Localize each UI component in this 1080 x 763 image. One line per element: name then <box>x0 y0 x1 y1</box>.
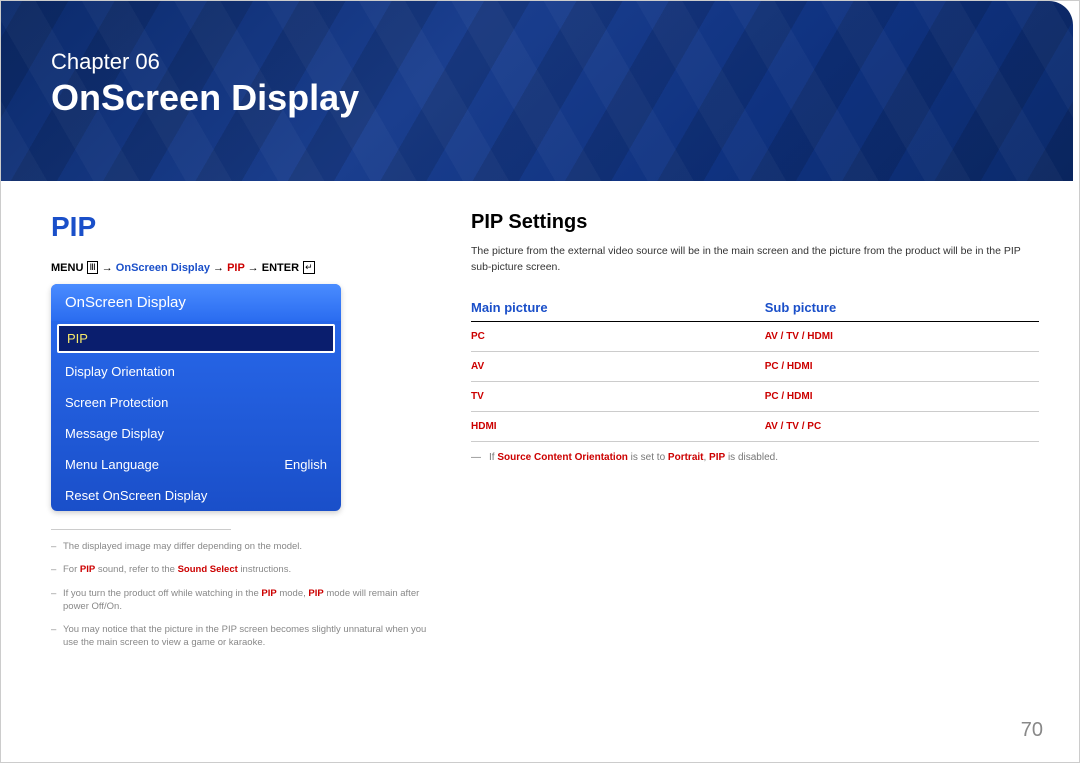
table-cell: PC / HDMI <box>765 381 1039 411</box>
settings-heading: PIP Settings <box>471 211 1039 234</box>
osd-menu-item[interactable]: Screen Protection <box>51 387 341 418</box>
osd-menu-item[interactable]: PIP <box>57 324 335 353</box>
manual-page: Chapter 06 OnScreen Display PIP MENU Ⅲ →… <box>0 0 1080 763</box>
osd-menu: OnScreen Display PIP Display Orientation S… <box>51 284 341 511</box>
breadcrumb-arrow: → <box>213 262 224 274</box>
table-cell: PC / HDMI <box>765 351 1039 381</box>
enter-icon: ↵ <box>303 261 315 274</box>
osd-menu-item[interactable]: Message Display <box>51 418 341 449</box>
table-row: AVPC / HDMI <box>471 351 1039 381</box>
table-cell: TV <box>471 381 765 411</box>
breadcrumb-arrow: → <box>248 262 259 274</box>
breadcrumb-enter: ENTER <box>262 262 299 274</box>
left-column: PIP MENU Ⅲ → OnScreen Display → PIP → EN… <box>51 211 431 660</box>
breadcrumb-menu: MENU <box>51 262 83 274</box>
table-cell: AV / TV / HDMI <box>765 321 1039 351</box>
table-row: TVPC / HDMI <box>471 381 1039 411</box>
osd-menu-item[interactable]: Display Orientation <box>51 356 341 387</box>
osd-menu-item[interactable]: Reset OnScreen Display <box>51 480 341 511</box>
banner-text: Chapter 06 OnScreen Display <box>1 1 1073 119</box>
menu-breadcrumb: MENU Ⅲ → OnScreen Display → PIP → ENTER … <box>51 261 431 274</box>
settings-description: The picture from the external video sour… <box>471 244 1039 276</box>
menu-icon: Ⅲ <box>87 261 97 274</box>
table-header: Main picture <box>471 294 765 322</box>
pip-table: Main pictureSub picture PCAV / TV / HDMI… <box>471 294 1039 442</box>
footnote-item: If you turn the product off while watchi… <box>51 587 431 614</box>
breadcrumb-seg1: OnScreen Display <box>116 262 210 274</box>
table-row: PCAV / TV / HDMI <box>471 321 1039 351</box>
table-footnote: If Source Content Orientation is set to … <box>471 452 1039 463</box>
osd-menu-item-label: Reset OnScreen Display <box>65 488 207 503</box>
table-header: Sub picture <box>765 294 1039 322</box>
footnote-item: For PIP sound, refer to the Sound Select… <box>51 563 431 576</box>
chapter-banner: Chapter 06 OnScreen Display <box>1 1 1073 181</box>
table-cell: AV / TV / PC <box>765 411 1039 441</box>
osd-menu-item-label: Screen Protection <box>65 395 168 410</box>
chapter-label: Chapter 06 <box>51 49 1073 75</box>
osd-menu-item-label: PIP <box>67 331 88 346</box>
osd-menu-item-label: Menu Language <box>65 457 159 472</box>
table-row: HDMIAV / TV / PC <box>471 411 1039 441</box>
footnote-divider <box>51 529 231 530</box>
table-cell: PC <box>471 321 765 351</box>
section-heading-pip: PIP <box>51 211 431 243</box>
table-cell: HDMI <box>471 411 765 441</box>
osd-menu-title: OnScreen Display <box>51 284 341 321</box>
breadcrumb-arrow: → <box>102 262 113 274</box>
page-number: 70 <box>1021 719 1043 742</box>
breadcrumb-seg2: PIP <box>227 262 245 274</box>
chapter-title: OnScreen Display <box>51 77 1073 119</box>
osd-menu-item-value: English <box>284 457 327 472</box>
right-column: PIP Settings The picture from the extern… <box>471 211 1039 660</box>
osd-menu-item[interactable]: Menu Language English <box>51 449 341 480</box>
table-cell: AV <box>471 351 765 381</box>
osd-menu-item-label: Display Orientation <box>65 364 175 379</box>
content-area: PIP MENU Ⅲ → OnScreen Display → PIP → EN… <box>1 181 1079 660</box>
footnote-item: The displayed image may differ depending… <box>51 540 431 553</box>
footnote-item: You may notice that the picture in the P… <box>51 623 431 650</box>
osd-menu-item-label: Message Display <box>65 426 164 441</box>
footnotes: The displayed image may differ depending… <box>51 540 431 650</box>
